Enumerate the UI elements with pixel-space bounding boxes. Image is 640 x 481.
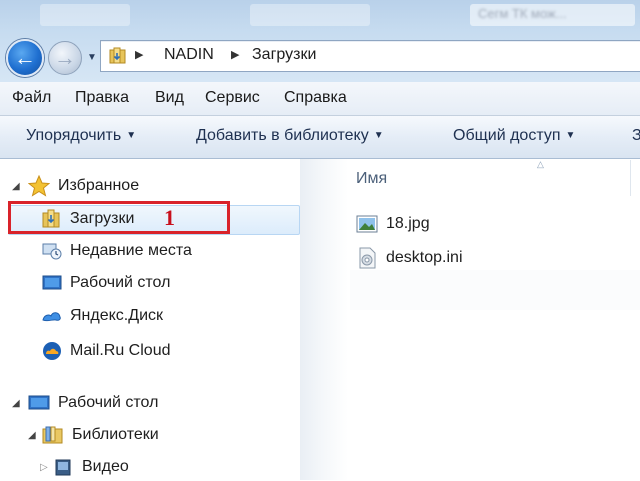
mailru-cloud-icon [43, 342, 61, 360]
tree-item-libraries[interactable]: Библиотеки [42, 421, 159, 449]
desktop-label: Рабочий стол [58, 394, 159, 411]
file-name: 18.jpg [386, 215, 430, 232]
collapse-arrow-icon[interactable]: ◢ [12, 398, 20, 409]
breadcrumb-nadin[interactable]: NADIN [164, 46, 214, 64]
chevron-down-icon: ▼ [126, 130, 137, 141]
background-blur [40, 4, 130, 26]
star-icon [28, 175, 50, 197]
libraries-label: Библиотеки [72, 426, 159, 443]
favorites-label: Избранное [58, 177, 140, 194]
background-blur [250, 4, 370, 26]
back-button[interactable]: ← [6, 39, 44, 77]
image-file-icon [356, 215, 378, 233]
menu-tools[interactable]: Сервис [205, 89, 260, 107]
chevron-down-icon: ▼ [565, 130, 576, 141]
menu-edit[interactable]: Правка [75, 89, 129, 107]
pane-splitter[interactable] [300, 159, 348, 480]
libraries-icon [42, 426, 63, 444]
breadcrumb-separator-icon[interactable]: ▶ [135, 48, 143, 61]
forward-button[interactable]: → [48, 41, 82, 75]
yandex-disk-label: Яндекс.Диск [70, 307, 164, 324]
next-command-button[interactable]: З [632, 127, 640, 145]
tree-item-recent-places[interactable]: Недавние места [42, 237, 192, 265]
tree-item-favorites[interactable]: Избранное [28, 172, 139, 200]
file-row[interactable]: desktop.ini [356, 243, 463, 273]
column-header-name[interactable]: Имя [356, 170, 387, 188]
organize-label: Упорядочить [26, 127, 122, 144]
include-in-library-label: Добавить в библиотеку [196, 127, 369, 144]
recent-pages-dropdown[interactable]: ▼ [86, 51, 98, 63]
recent-places-icon [42, 243, 62, 260]
video-library-icon [55, 459, 71, 476]
command-bar: Упорядочить ▼ Добавить в библиотеку ▼ Общи… [0, 116, 640, 159]
include-in-library-button[interactable]: Добавить в библиотеку ▼ [196, 127, 384, 145]
tree-item-yandex-disk[interactable]: Яндекс.Диск [42, 302, 163, 330]
organize-button[interactable]: Упорядочить ▼ [26, 127, 136, 145]
annotation-number: 1 [164, 205, 175, 230]
address-bar[interactable]: ▶ NADIN ▶ Загрузки [100, 40, 640, 72]
menu-file[interactable]: Файл [12, 89, 51, 107]
tree-item-video[interactable]: Видео [54, 453, 129, 481]
expand-arrow-icon[interactable]: ▷ [40, 462, 48, 473]
menu-view[interactable]: Вид [155, 89, 184, 107]
sort-ascending-icon: △ [537, 159, 544, 169]
forward-arrow-icon: → [54, 45, 76, 70]
recent-places-label: Недавние места [70, 242, 192, 259]
tree-item-mailru-cloud[interactable]: Mail.Ru Cloud [42, 337, 170, 365]
mailru-cloud-label: Mail.Ru Cloud [70, 342, 171, 359]
annotation-highlight-box [8, 201, 230, 234]
menu-help[interactable]: Справка [284, 89, 347, 107]
breadcrumb-separator-icon[interactable]: ▶ [231, 48, 239, 61]
video-label: Видео [82, 458, 129, 475]
downloads-folder-icon [109, 47, 126, 64]
tree-item-desktop-favorite[interactable]: Рабочий стол [42, 269, 170, 297]
empty-area [350, 270, 640, 310]
desktop-icon [42, 275, 62, 290]
collapse-arrow-icon[interactable]: ◢ [12, 181, 20, 192]
file-row[interactable]: 18.jpg [356, 209, 430, 239]
desktop-icon [28, 395, 50, 410]
desktop-favorite-label: Рабочий стол [70, 274, 171, 291]
file-list-pane [348, 159, 640, 480]
column-divider[interactable] [630, 160, 631, 196]
breadcrumb-downloads[interactable]: Загрузки [252, 46, 316, 64]
back-arrow-icon: ← [14, 45, 36, 70]
chevron-down-icon: ▼ [373, 130, 384, 141]
share-with-button[interactable]: Общий доступ ▼ [453, 127, 575, 145]
collapse-arrow-icon[interactable]: ◢ [28, 430, 36, 441]
share-with-label: Общий доступ [453, 127, 561, 144]
tree-item-desktop[interactable]: Рабочий стол [28, 389, 158, 417]
menu-bar: Файл Правка Вид Сервис Справка [0, 82, 640, 116]
file-name: desktop.ini [386, 249, 463, 266]
settings-file-icon [359, 247, 376, 269]
yandex-disk-icon [42, 312, 61, 322]
background-tab-title: Сегм ТК мож... [478, 6, 567, 21]
